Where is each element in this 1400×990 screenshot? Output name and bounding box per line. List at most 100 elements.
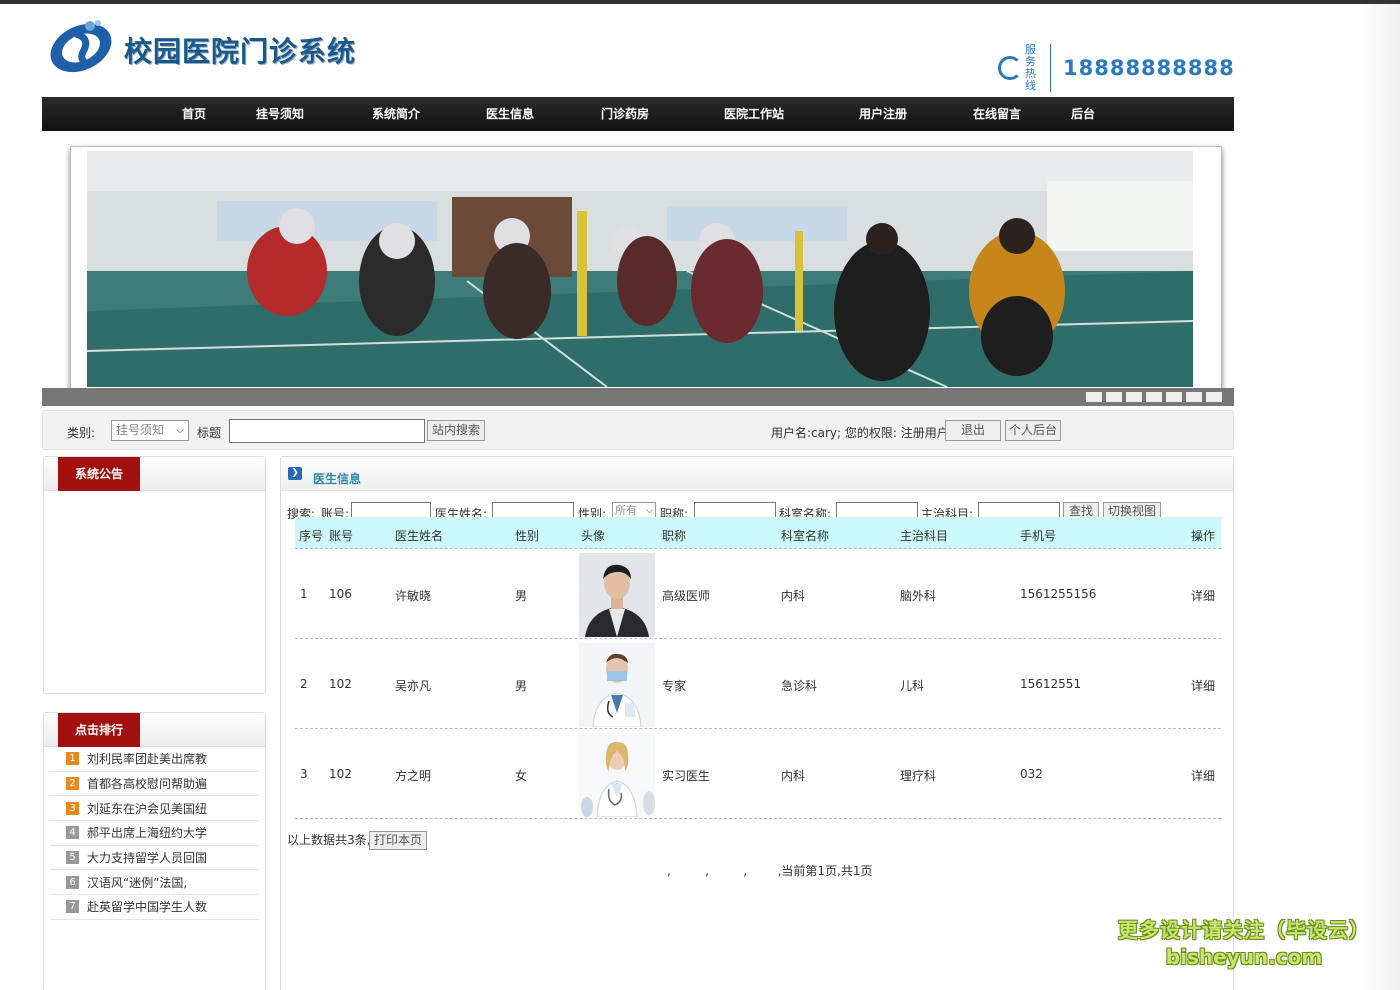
doctor-avatar <box>579 643 655 727</box>
nav-system-intro[interactable]: 系统简介 <box>372 97 420 131</box>
rank-text: 刘利民率团赴美出席教 <box>87 752 208 767</box>
banner-frame <box>70 146 1222 390</box>
hotline: 服务热线 18888888888 <box>998 44 1235 92</box>
rank-text: 刘延东在沪会见美国纽 <box>87 801 208 816</box>
doctor-avatar <box>579 733 655 817</box>
cell-title: 专家 <box>662 679 687 693</box>
col-subject: 主治科目 <box>900 529 949 543</box>
rank-number: 7 <box>66 900 79 914</box>
site-search-bar: 类别: 挂号须知 ⌵ 标题 站内搜索 用户名:cary; 您的权限: 注册用户 … <box>42 410 1234 450</box>
cell-account: 102 <box>329 677 352 691</box>
phone-icon <box>998 56 1022 80</box>
nav-pharmacy[interactable]: 门诊药房 <box>601 97 649 131</box>
cell-dept: 内科 <box>781 769 806 783</box>
cell-no: 2 <box>300 677 308 691</box>
rank-text: 首都各高校慰问帮助遍 <box>87 777 208 792</box>
rank-number: 6 <box>66 875 79 889</box>
col-gender: 性别 <box>515 529 540 543</box>
col-title: 职称 <box>662 529 687 543</box>
list-item[interactable]: 3 刘延东在沪会见美国纽 <box>50 796 259 822</box>
table-row: 3 102 方之明 女 实习医生 内科 理疗科 032 详细 <box>295 729 1221 819</box>
category-select[interactable]: 挂号须知 ⌵ <box>111 420 189 441</box>
cell-subject: 脑外科 <box>900 589 937 603</box>
list-item[interactable]: 2 首都各高校慰问帮助遍 <box>50 772 259 797</box>
watermark: 更多设计请关注（毕设云） bisheyun.com <box>1118 914 1370 969</box>
notice-box: 系统公告 <box>43 456 266 694</box>
nav-message[interactable]: 在线留言 <box>973 97 1021 131</box>
detail-link[interactable]: 详细 <box>1191 677 1215 694</box>
category-value: 挂号须知 <box>116 423 165 437</box>
print-button[interactable]: 打印本页 <box>369 831 427 850</box>
cell-gender: 女 <box>515 769 528 783</box>
site-title: 校园医院门诊系统 <box>124 35 357 68</box>
title-search-input[interactable] <box>229 419 425 443</box>
rank-number: 1 <box>66 752 79 766</box>
cell-phone: 032 <box>1020 767 1043 781</box>
cell-subject: 儿科 <box>900 679 925 693</box>
list-item[interactable]: 5 大力支持留学人员回国 <box>50 846 259 871</box>
notice-title: 系统公告 <box>58 457 140 491</box>
detail-link[interactable]: 详细 <box>1191 587 1215 604</box>
user-info: 用户名:cary; 您的权限: 注册用户 <box>771 426 949 440</box>
nav-home[interactable]: 首页 <box>182 97 206 131</box>
rank-text: 大力支持留学人员回国 <box>87 851 208 866</box>
table-row: 2 102 吴亦凡 男 专家 急诊科 儿科 15612551 详细 <box>295 639 1221 729</box>
pagination: , , , ,当前第1页,共1页 <box>667 864 873 878</box>
arrow-right-icon: ❯ <box>288 467 302 480</box>
list-item[interactable]: 6 汉语风“迷例”法国, <box>50 870 259 896</box>
cell-title: 高级医师 <box>662 589 711 603</box>
title-label: 标题 <box>197 426 222 440</box>
watermark-line-2: bisheyun.com <box>1165 945 1323 969</box>
table-header: 序号 账号 医生姓名 性别 头像 职称 科室名称 主治科目 手机号 操作 <box>295 517 1221 549</box>
nav-doctor-info[interactable]: 医生信息 <box>486 97 534 131</box>
list-item[interactable]: 4 郝平出席上海纽约大学 <box>50 821 259 846</box>
banner-bar <box>42 388 1234 406</box>
list-item[interactable]: 7 赴英留学中国学生人数 <box>50 895 259 920</box>
col-phone: 手机号 <box>1020 529 1057 543</box>
slide-indicators[interactable] <box>1086 392 1224 402</box>
col-name: 医生姓名 <box>395 529 444 543</box>
nav-admin[interactable]: 后台 <box>1071 97 1095 131</box>
doctor-table: 序号 账号 医生姓名 性别 头像 职称 科室名称 主治科目 手机号 操作 1 1… <box>295 517 1221 819</box>
logo-icon <box>46 16 116 78</box>
main-nav: 首页 挂号须知 系统简介 医生信息 门诊药房 医院工作站 用户注册 在线留言 后… <box>42 97 1234 131</box>
page-edge-shade <box>1360 4 1400 990</box>
nav-register[interactable]: 用户注册 <box>859 97 907 131</box>
col-account: 账号 <box>329 529 354 543</box>
cell-gender: 男 <box>515 679 528 693</box>
cell-gender: 男 <box>515 589 528 603</box>
top-border <box>0 0 1400 4</box>
record-summary: 以上数据共3条, <box>287 833 371 847</box>
rank-text: 郝平出席上海纽约大学 <box>87 826 208 841</box>
rank-list: 1 刘利民率团赴美出席教 2 首都各高校慰问帮助遍 3 刘延东在沪会见美国纽 4 郝平出… <box>44 747 265 920</box>
chevron-down-icon: ⌵ <box>176 425 184 436</box>
rank-number: 3 <box>66 801 79 815</box>
nav-workstation[interactable]: 医院工作站 <box>724 97 784 131</box>
nav-registration-notice[interactable]: 挂号须知 <box>256 97 304 131</box>
hotline-tag: 服务热线 <box>1025 44 1051 92</box>
detail-link[interactable]: 详细 <box>1191 767 1215 784</box>
logout-button[interactable]: 退出 <box>945 420 1001 441</box>
rank-number: 5 <box>66 851 79 865</box>
personal-admin-button[interactable]: 个人后台 <box>1005 420 1061 441</box>
cell-name: 许敏晓 <box>395 589 432 603</box>
panel-header: ❯ 医生信息 <box>281 457 1233 491</box>
cell-name: 方之明 <box>395 769 432 783</box>
hotline-number: 18888888888 <box>1063 56 1235 80</box>
table-row: 1 106 许敏晓 男 高级医师 内科 脑外科 1561255156 详细 <box>295 549 1221 639</box>
category-label: 类别: <box>67 426 96 440</box>
cell-no: 3 <box>300 767 308 781</box>
list-item[interactable]: 1 刘利民率团赴美出席教 <box>50 747 259 772</box>
cell-subject: 理疗科 <box>900 769 937 783</box>
cell-phone: 1561255156 <box>1020 587 1097 601</box>
site-search-button[interactable]: 站内搜索 <box>427 420 485 441</box>
rank-text: 赴英留学中国学生人数 <box>87 900 208 915</box>
cell-phone: 15612551 <box>1020 677 1082 691</box>
rank-number: 4 <box>66 826 79 840</box>
notice-header: 系统公告 <box>44 457 265 491</box>
banner-photo <box>87 151 1193 387</box>
doctor-avatar <box>579 553 655 637</box>
rank-number: 2 <box>66 777 79 791</box>
doctor-panel: ❯ 医生信息 搜索: 账号: 医生姓名: 性别: 所有 ⌵ 职称: 科室名称: … <box>280 456 1234 990</box>
col-action: 操作 <box>1191 529 1216 543</box>
